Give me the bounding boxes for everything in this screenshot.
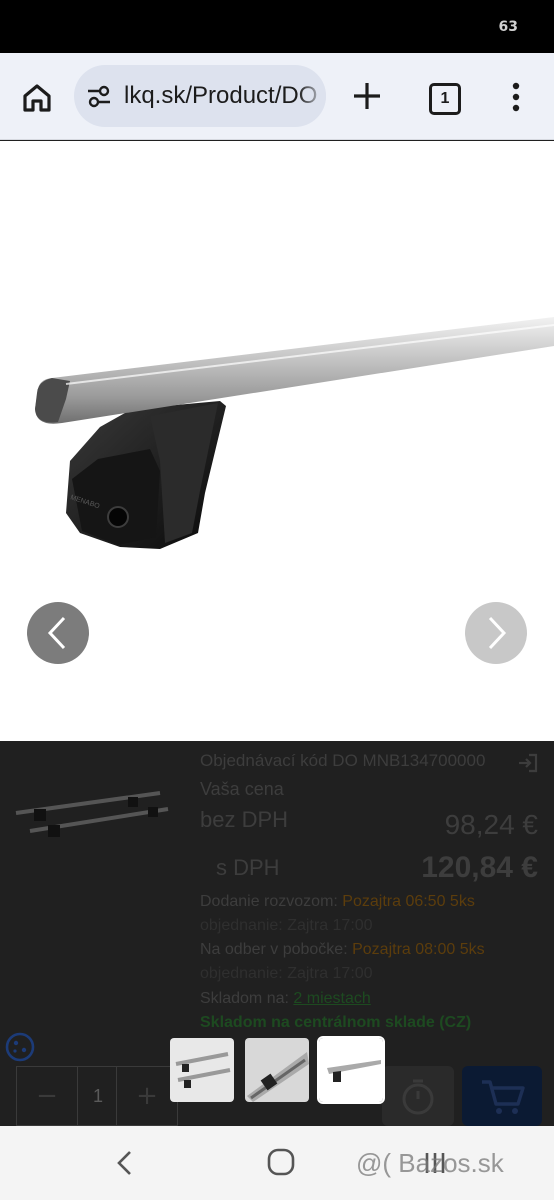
battery-level: 63 xyxy=(498,19,518,35)
your-price-label: Vaša cena xyxy=(200,779,284,799)
back-icon[interactable] xyxy=(110,1146,140,1180)
order-deadline: objednanie: Zajtra 17:00 xyxy=(200,917,373,934)
stock-locations-link[interactable]: 2 miestach xyxy=(293,990,370,1007)
home-icon[interactable] xyxy=(16,77,58,119)
status-bar: 63 xyxy=(0,0,554,53)
watermark: @( Bazos.sk xyxy=(356,1148,504,1178)
quantity-stepper: − 1 + xyxy=(16,1066,178,1126)
browser-toolbar: lkq.sk/Product/DO 1 xyxy=(0,53,554,140)
cart-icon xyxy=(482,1080,525,1114)
thumbnail-2-image xyxy=(247,1052,309,1102)
price-incl-vat-label: s DPH xyxy=(216,855,280,880)
delivery-info: Dodanie rozvozom: Pozajtra 06:50 5ks xyxy=(200,893,475,911)
address-bar[interactable]: lkq.sk/Product/DO xyxy=(74,65,326,127)
delivery-time: Pozajtra 06:50 5ks xyxy=(342,893,475,910)
thumbnail-strip xyxy=(170,1036,385,1104)
home-nav-icon[interactable] xyxy=(264,1145,298,1179)
thumbnail-1[interactable] xyxy=(170,1038,234,1102)
thumbnail-3-image xyxy=(327,1060,381,1082)
url-text[interactable]: lkq.sk/Product/DO xyxy=(124,82,317,110)
quantity-input[interactable]: 1 xyxy=(77,1067,119,1125)
chevron-right-icon xyxy=(488,616,507,650)
pickup-info: Na odber v pobočke: Pozajtra 08:00 5ks xyxy=(200,941,485,959)
price-excl-vat-label: bez DPH xyxy=(200,807,289,832)
next-image-button[interactable] xyxy=(465,602,527,664)
login-icon[interactable] xyxy=(516,751,540,775)
cookie-settings-icon[interactable] xyxy=(4,1031,36,1063)
site-settings-icon[interactable] xyxy=(86,83,112,109)
pickup-time: Pozajtra 08:00 5ks xyxy=(352,941,485,958)
previous-image-button[interactable] xyxy=(27,602,89,664)
stopwatch-icon xyxy=(402,1079,434,1115)
watch-button[interactable] xyxy=(382,1066,454,1126)
price-excl-vat: 98,24 € xyxy=(444,809,538,840)
image-viewer: MENABO xyxy=(0,141,554,741)
stock-label: Skladom na: xyxy=(200,990,289,1007)
increase-quantity-button[interactable]: + xyxy=(116,1067,177,1125)
thumbnail-2[interactable] xyxy=(245,1038,309,1102)
tabs-icon[interactable]: 1 xyxy=(429,83,461,115)
product-thumbnail[interactable] xyxy=(10,783,170,853)
thumbnail-3-active[interactable] xyxy=(317,1036,385,1104)
central-stock: Skladom na centrálnom sklade (CZ) xyxy=(200,1014,472,1031)
price-incl-vat: 120,84 € xyxy=(421,851,538,884)
stock-info: Skladom na: 2 miestach xyxy=(200,990,371,1008)
url-fade xyxy=(298,65,326,127)
add-to-cart-button[interactable] xyxy=(462,1066,542,1126)
menu-icon[interactable] xyxy=(504,81,528,113)
chevron-left-icon xyxy=(47,616,66,650)
delivery-label: Dodanie rozvozom: xyxy=(200,893,338,910)
decrease-quantity-button[interactable]: − xyxy=(17,1067,78,1125)
order-code: Objednávací kód DO MNB134700000 xyxy=(200,751,486,770)
order-deadline-2: objednanie: Zajtra 17:00 xyxy=(200,965,373,982)
thumbnail-1-image xyxy=(175,1052,231,1088)
new-tab-icon[interactable] xyxy=(350,79,384,113)
pickup-label: Na odber v pobočke: xyxy=(200,941,348,958)
